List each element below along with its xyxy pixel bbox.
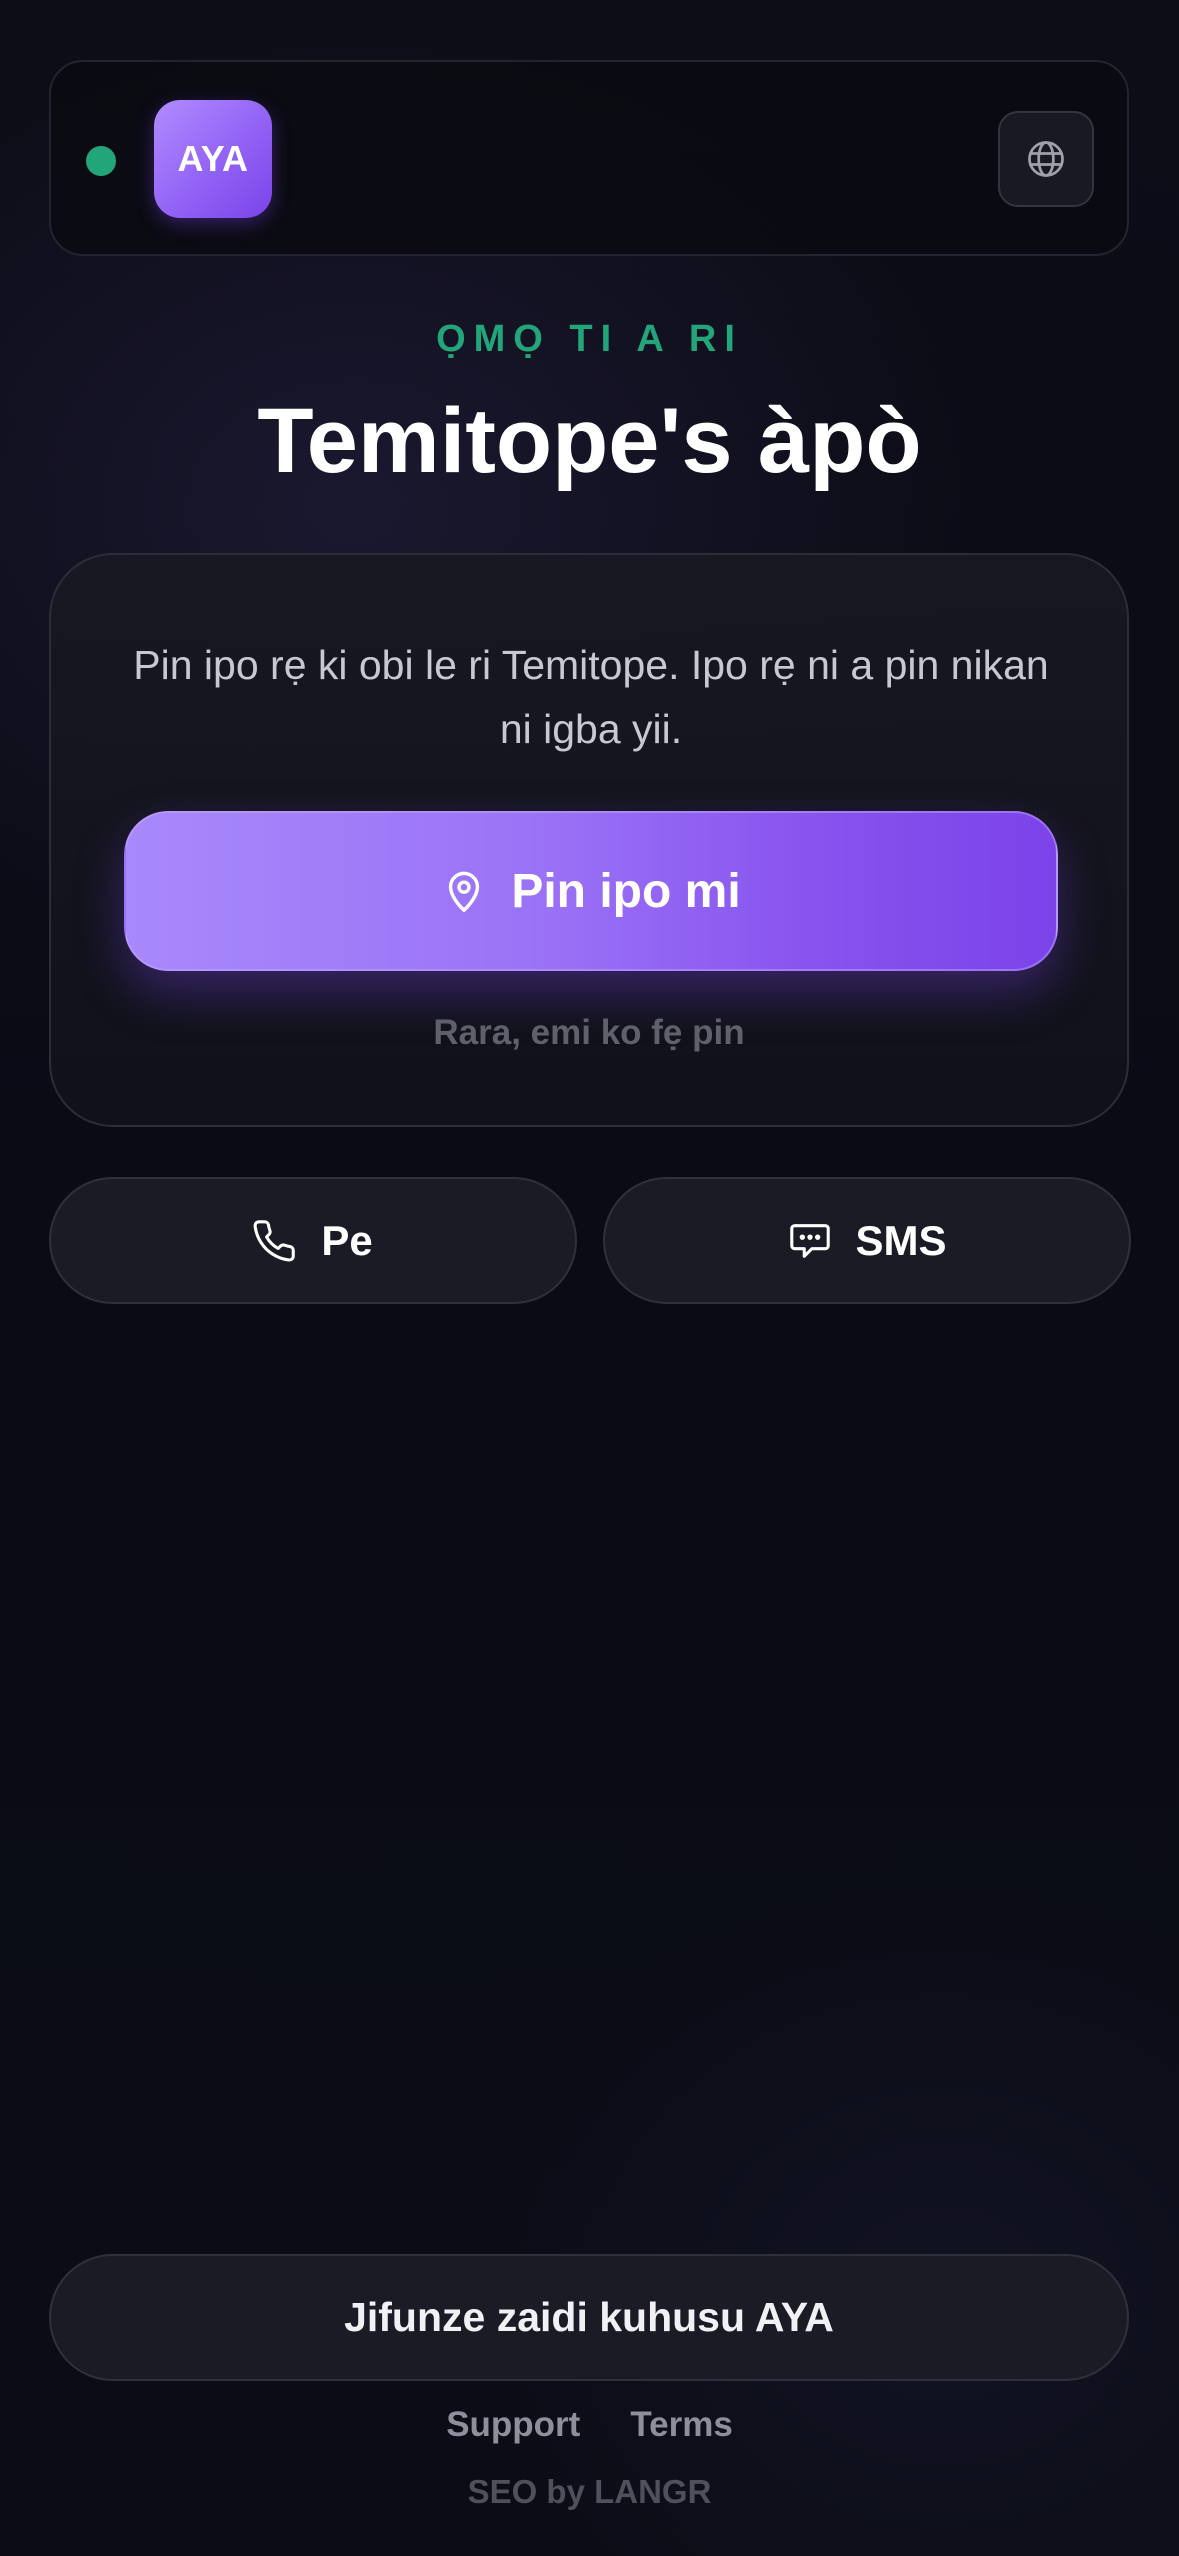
status-dot: [86, 146, 116, 176]
share-location-label: Pin ipo mi: [511, 864, 741, 918]
aya-logo[interactable]: AYA: [154, 100, 272, 218]
sms-label: SMS: [855, 1216, 947, 1264]
footer-links: Support Terms: [0, 2405, 1179, 2445]
support-link[interactable]: Support: [446, 2405, 580, 2445]
sms-button[interactable]: SMS: [603, 1177, 1131, 1304]
share-location-button[interactable]: Pin ipo mi: [124, 811, 1058, 971]
call-button[interactable]: Pe: [49, 1177, 577, 1304]
message-bubble-icon: [790, 1223, 831, 1258]
header-bar: AYA: [49, 60, 1129, 256]
logo-text: AYA: [177, 138, 249, 179]
eyebrow-label: ỌMỌ TI A RI: [436, 318, 743, 360]
terms-link[interactable]: Terms: [630, 2405, 732, 2445]
phone-icon: [253, 1219, 296, 1262]
location-pin-icon: [449, 871, 480, 912]
language-button[interactable]: [998, 111, 1094, 207]
learn-more-label: Jifunze zaidi kuhusu AYA: [344, 2294, 834, 2340]
decline-share-link[interactable]: Rara, emi ko fẹ pin: [51, 1013, 1127, 1053]
share-location-card: Pin ipo rẹ ki obi le ri Temitope. Ipo rẹ…: [49, 553, 1129, 1127]
call-label: Pe: [321, 1216, 373, 1264]
seo-credit: SEO by LANGR: [467, 2473, 712, 2510]
learn-more-button[interactable]: Jifunze zaidi kuhusu AYA: [49, 2254, 1129, 2381]
card-description: Pin ipo rẹ ki obi le ri Temitope. Ipo rẹ…: [133, 642, 1049, 752]
globe-icon: [1028, 141, 1064, 177]
page-title: Temitope's àpò: [257, 390, 922, 492]
